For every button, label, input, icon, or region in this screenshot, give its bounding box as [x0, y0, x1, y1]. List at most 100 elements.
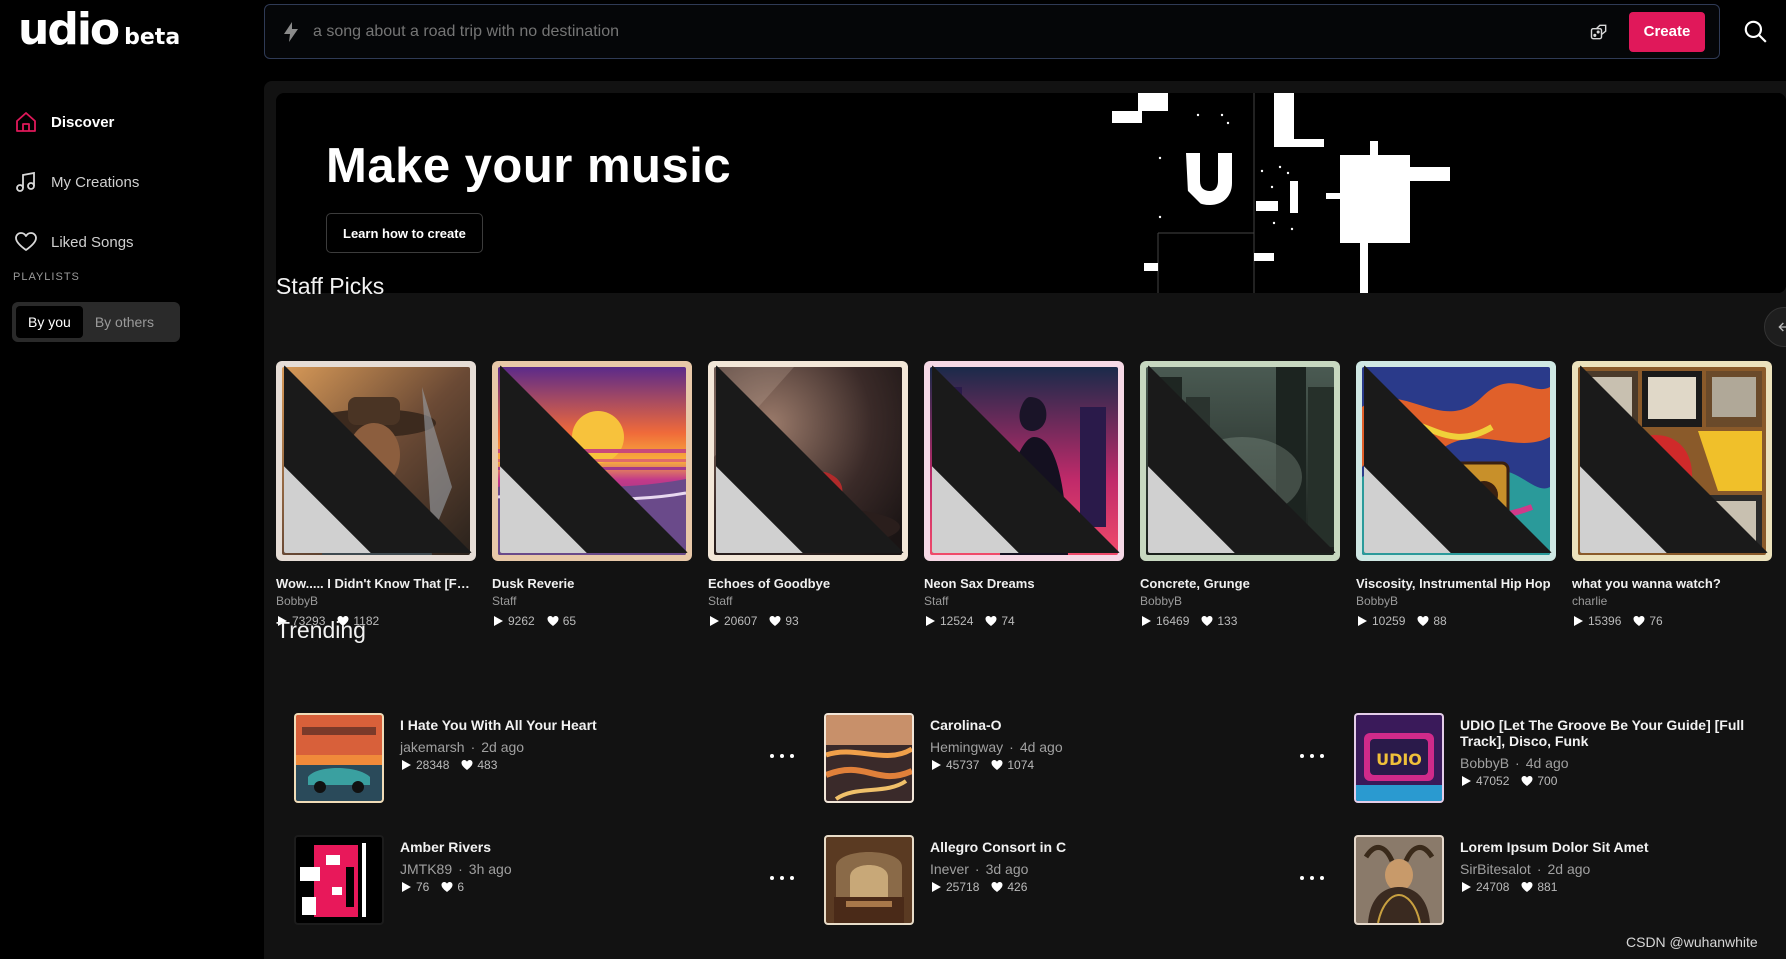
udio-logo[interactable]: udio beta	[18, 8, 180, 52]
card-title: Echoes of Goodbye	[708, 576, 831, 591]
card-artist[interactable]: Staff	[924, 594, 1124, 608]
song-card[interactable]: Echoes of Goodbye Staff 20607 93	[708, 361, 908, 628]
card-artwork-frame	[1140, 361, 1340, 561]
like-count: 133	[1217, 614, 1238, 628]
card-artist[interactable]: BobbyB	[276, 594, 476, 608]
watermark: CSDN @wuhanwhite	[1626, 934, 1758, 950]
playlist-segmented-control: By you By others	[12, 302, 180, 342]
sidebar-item-liked-songs[interactable]: Liked Songs	[14, 212, 139, 272]
udio-corner-logo	[932, 365, 1120, 553]
track-title[interactable]: Amber Rivers	[400, 839, 690, 855]
card-stats: 16469 133	[1140, 614, 1340, 628]
track-title[interactable]: Carolina-O	[930, 717, 1220, 733]
track-age: 2d ago	[481, 739, 525, 755]
udio-corner-logo	[1148, 365, 1336, 553]
more-options-button[interactable]	[1300, 873, 1324, 883]
trending-thumbnail[interactable]	[294, 835, 384, 925]
song-card[interactable]: Wow..... I Didn't Know That [Full... Bob…	[276, 361, 476, 628]
dot	[1310, 754, 1314, 758]
more-options-button[interactable]	[770, 751, 794, 761]
track-stats: 25718 426	[930, 880, 1220, 894]
card-artist[interactable]: charlie	[1572, 594, 1772, 608]
track-artist[interactable]: Hemingway	[930, 739, 1003, 755]
trending-thumbnail[interactable]: UDIO	[1354, 713, 1444, 803]
trending-heading: Trending	[276, 617, 366, 643]
sidebar-item-label: My Creations	[51, 173, 140, 191]
card-artist[interactable]: BobbyB	[1356, 594, 1556, 608]
play-icon	[1356, 615, 1368, 627]
card-artist[interactable]: Staff	[492, 594, 692, 608]
main-content: Make your music Learn how to create Staf…	[264, 81, 1786, 959]
heart-icon	[1521, 881, 1533, 893]
play-icon	[492, 615, 504, 627]
heart-icon	[769, 615, 781, 627]
card-artist[interactable]: BobbyB	[1140, 594, 1340, 608]
trending-thumbnail[interactable]	[824, 713, 914, 803]
heart-icon	[547, 615, 559, 627]
card-stats: 15396 76	[1572, 614, 1772, 628]
track-artist[interactable]: JMTK89	[400, 861, 452, 877]
trending-thumbnail[interactable]	[824, 835, 914, 925]
track-title[interactable]: Allegro Consort in C	[930, 839, 1220, 855]
like-count: 65	[562, 614, 577, 628]
play-icon	[1460, 881, 1472, 893]
play-count: 45737	[946, 758, 980, 772]
trending-item[interactable]: Carolina-O Hemingway · 4d ago 45737 1074	[824, 713, 1344, 803]
song-card[interactable]: Neon Sax Dreams Staff 12524 74	[924, 361, 1124, 628]
song-card[interactable]: Dusk Reverie Staff 9262 65	[492, 361, 692, 628]
trending-info: Amber Rivers JMTK89 · 3h ago 76 6	[400, 835, 690, 925]
card-artwork-frame	[1356, 361, 1556, 561]
track-artist[interactable]: BobbyB	[1460, 755, 1509, 771]
prompt-input[interactable]	[313, 22, 1585, 41]
sidebar-item-discover[interactable]: Discover	[14, 92, 139, 152]
staff-picks-carousel: Wow..... I Didn't Know That [Full... Bob…	[276, 361, 1786, 628]
track-title[interactable]: I Hate You With All Your Heart	[400, 717, 690, 733]
song-card[interactable]: Viscosity, Instrumental Hip Hop BobbyB 1…	[1356, 361, 1556, 628]
trending-thumbnail[interactable]	[294, 713, 384, 803]
play-count: 20607	[724, 614, 758, 628]
card-stats: 9262 65	[492, 614, 692, 628]
card-artist[interactable]: Staff	[708, 594, 908, 608]
like-count: 6	[457, 880, 465, 894]
carousel-scroll-left-button[interactable]	[1764, 307, 1786, 347]
dice-button[interactable]	[1585, 18, 1613, 46]
heart-icon	[15, 232, 37, 251]
trending-item[interactable]: Amber Rivers JMTK89 · 3h ago 76 6	[294, 835, 814, 925]
track-age: 3h ago	[468, 861, 512, 877]
track-title[interactable]: Lorem Ipsum Dolor Sit Amet	[1460, 839, 1750, 855]
play-count: 25718	[946, 880, 980, 894]
sidebar-item-my-creations[interactable]: My Creations	[14, 152, 139, 212]
logo-wordmark: udio	[18, 4, 120, 55]
more-options-button[interactable]	[1300, 751, 1324, 761]
play-icon	[708, 615, 720, 627]
trending-item[interactable]: Lorem Ipsum Dolor Sit Amet SirBitesalot ·…	[1354, 835, 1774, 925]
track-title[interactable]: UDIO [Let The Groove Be Your Guide] [Ful…	[1460, 717, 1750, 749]
create-button[interactable]: Create	[1629, 11, 1705, 52]
dot	[770, 754, 774, 758]
play-count: 47052	[1476, 774, 1510, 788]
song-card[interactable]: Concrete, Grunge BobbyB 16469 133	[1140, 361, 1340, 628]
more-options-button[interactable]	[770, 873, 794, 883]
song-card[interactable]: what you wanna watch? charlie 15396 76	[1572, 361, 1772, 628]
search-icon[interactable]	[1742, 18, 1768, 44]
tab-by-others[interactable]: By others	[83, 306, 166, 338]
play-icon	[930, 759, 942, 771]
playlists-heading: PLAYLISTS	[13, 271, 80, 283]
like-count: 74	[1001, 614, 1015, 628]
track-meta: Inever · 3d ago	[930, 861, 1029, 877]
trending-thumbnail[interactable]	[1354, 835, 1444, 925]
trending-item[interactable]: I Hate You With All Your Heart jakemarsh…	[294, 713, 814, 803]
track-artist[interactable]: Inever	[930, 861, 969, 877]
like-count: 93	[785, 614, 799, 628]
track-artist[interactable]: SirBitesalot	[1460, 861, 1531, 877]
arrow-left-icon	[1778, 322, 1786, 332]
tab-by-you[interactable]: By you	[16, 306, 83, 338]
track-meta: JMTK89 · 3h ago	[400, 861, 512, 877]
learn-how-button[interactable]: Learn how to create	[326, 213, 483, 253]
card-artwork-frame	[276, 361, 476, 561]
dot	[1300, 876, 1304, 880]
track-artist[interactable]: jakemarsh	[400, 739, 465, 755]
trending-item[interactable]: Allegro Consort in C Inever · 3d ago 25718…	[824, 835, 1344, 925]
trending-item[interactable]: UDIO UDIO [Let The Groove Be Your Guide]…	[1354, 713, 1774, 803]
play-icon	[930, 881, 942, 893]
